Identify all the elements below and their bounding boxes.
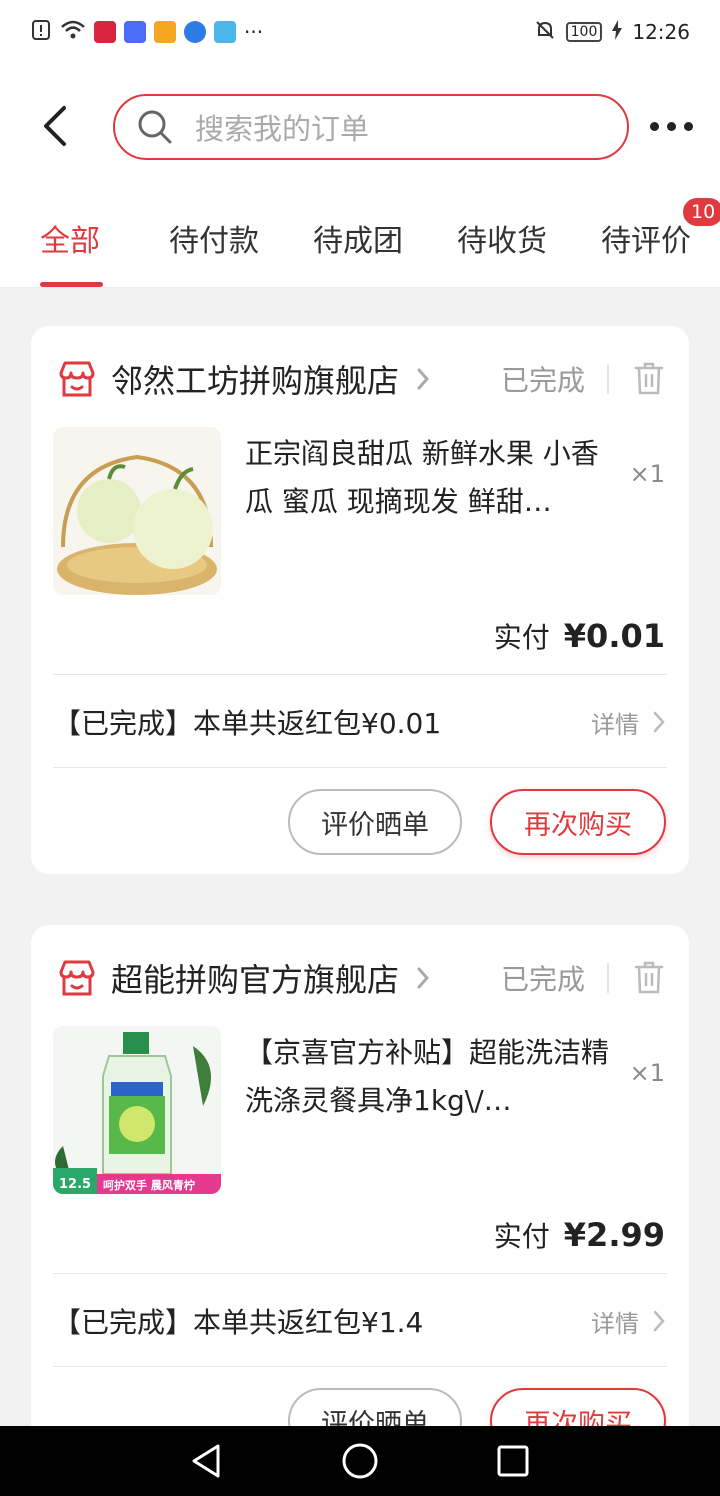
battery-indicator: 100 (565, 22, 603, 42)
app-icon-book (214, 21, 236, 43)
store-header[interactable]: 超能拼购官方旗舰店 已完成 (55, 955, 665, 1001)
search-input[interactable]: 搜索我的订单 (113, 94, 629, 160)
divider (607, 963, 609, 993)
paid-label: 实付 (493, 621, 550, 654)
store-name[interactable]: 超能拼购官方旗舰店 (111, 955, 399, 1001)
status-bar-notifications: ··· (30, 19, 263, 46)
mute-icon (534, 19, 556, 46)
search-placeholder: 搜索我的订单 (195, 112, 370, 146)
paid-amount-row: 实付 ¥2.99 (494, 1215, 665, 1255)
paid-amount: ¥0.01 (563, 617, 665, 655)
header: 搜索我的订单 (0, 64, 720, 188)
dot-icon (667, 121, 676, 131)
paid-amount: ¥2.99 (563, 1216, 665, 1254)
review-count-badge: 10 (681, 196, 720, 228)
tab-pending-group[interactable]: 待成团 (313, 216, 403, 260)
details-label: 详情 (591, 1309, 639, 1338)
store-icon (59, 960, 95, 996)
order-tabs: 全部 待付款 待成团 待收货 待评价 (0, 188, 720, 288)
review-button[interactable]: 评价晒单 (288, 789, 462, 855)
paid-amount-row: 实付 ¥0.01 (494, 616, 665, 656)
app-icon-globe (184, 21, 206, 43)
app-icon-video (124, 21, 146, 43)
details-link[interactable]: 详情 (591, 705, 665, 740)
active-tab-indicator (40, 282, 103, 287)
rebate-row[interactable]: 【已完成】本单共返红包¥1.4 详情 (53, 1291, 665, 1351)
chevron-right-icon (417, 967, 430, 989)
more-options-button[interactable] (650, 116, 700, 136)
chevron-right-icon (653, 711, 665, 733)
alert-icon (30, 19, 52, 46)
divider (53, 674, 667, 675)
details-label: 详情 (591, 710, 639, 739)
charging-icon (612, 19, 623, 45)
divider (53, 1366, 667, 1367)
divider (53, 767, 667, 768)
tab-all[interactable]: 全部 (40, 216, 100, 260)
rebate-row[interactable]: 【已完成】本单共返红包¥0.01 详情 (53, 692, 665, 752)
rebate-text: 【已完成】本单共返红包¥0.01 (53, 707, 442, 740)
store-header[interactable]: 邻然工坊拼购旗舰店 已完成 (55, 356, 665, 402)
order-card: 超能拼购官方旗舰店 已完成 12.5 呵护双手 晨风青柠 【京喜官方补贴】超能洗… (31, 925, 689, 1445)
store-icon (59, 361, 95, 397)
product-image-melon[interactable] (53, 427, 221, 595)
rebuy-button[interactable]: 再次购买 (490, 789, 666, 855)
tab-pending-review[interactable]: 待评价 (601, 216, 691, 260)
product-quantity: ×1 (629, 460, 665, 488)
rebate-text: 【已完成】本单共返红包¥1.4 (53, 1306, 424, 1339)
trash-icon[interactable] (633, 360, 665, 396)
wifi-icon (60, 19, 86, 46)
tab-pending-payment[interactable]: 待付款 (169, 216, 259, 260)
details-link[interactable]: 详情 (591, 1304, 665, 1339)
product-quantity: ×1 (629, 1059, 665, 1087)
back-button[interactable] (36, 104, 76, 148)
product-image-detergent[interactable]: 12.5 呵护双手 晨风青柠 (53, 1026, 221, 1194)
app-icon-red (94, 21, 116, 43)
dot-icon (650, 121, 659, 131)
app-icon-orange (154, 21, 176, 43)
nav-back-icon[interactable] (188, 1442, 224, 1480)
trash-icon[interactable] (633, 959, 665, 995)
product-slogan-text: 呵护双手 晨风青柠 (103, 1178, 195, 1192)
divider (53, 1273, 667, 1274)
order-status: 已完成 (500, 364, 585, 397)
nav-home-icon[interactable] (341, 1442, 379, 1480)
tab-pending-delivery[interactable]: 待收货 (457, 216, 547, 260)
clock: 12:26 (632, 20, 690, 44)
product-title[interactable]: 正宗阎良甜瓜 新鲜水果 小香瓜 蜜瓜 现摘现发 鲜甜… (245, 430, 615, 526)
status-bar: ··· 100 12:26 (0, 0, 720, 64)
nav-recents-icon[interactable] (496, 1444, 530, 1478)
chevron-left-icon (44, 106, 66, 146)
chevron-right-icon (417, 368, 430, 390)
more-notifications-icon: ··· (244, 20, 264, 44)
search-icon (138, 110, 172, 144)
product-title[interactable]: 【京喜官方补贴】超能洗洁精洗涤灵餐具净1kg\/… (245, 1029, 615, 1125)
price-tag-text: 12.5 (59, 1177, 91, 1192)
divider (607, 364, 609, 394)
order-card: 邻然工坊拼购旗舰店 已完成 正宗阎良甜瓜 新鲜水果 小香瓜 蜜瓜 现摘现发 鲜甜… (31, 326, 689, 874)
dot-icon (684, 121, 693, 131)
status-bar-system: 100 12:26 (534, 19, 690, 46)
paid-label: 实付 (493, 1220, 550, 1253)
chevron-right-icon (653, 1310, 665, 1332)
order-status: 已完成 (500, 963, 585, 996)
store-name[interactable]: 邻然工坊拼购旗舰店 (111, 356, 399, 402)
system-nav-bar (0, 1426, 720, 1496)
